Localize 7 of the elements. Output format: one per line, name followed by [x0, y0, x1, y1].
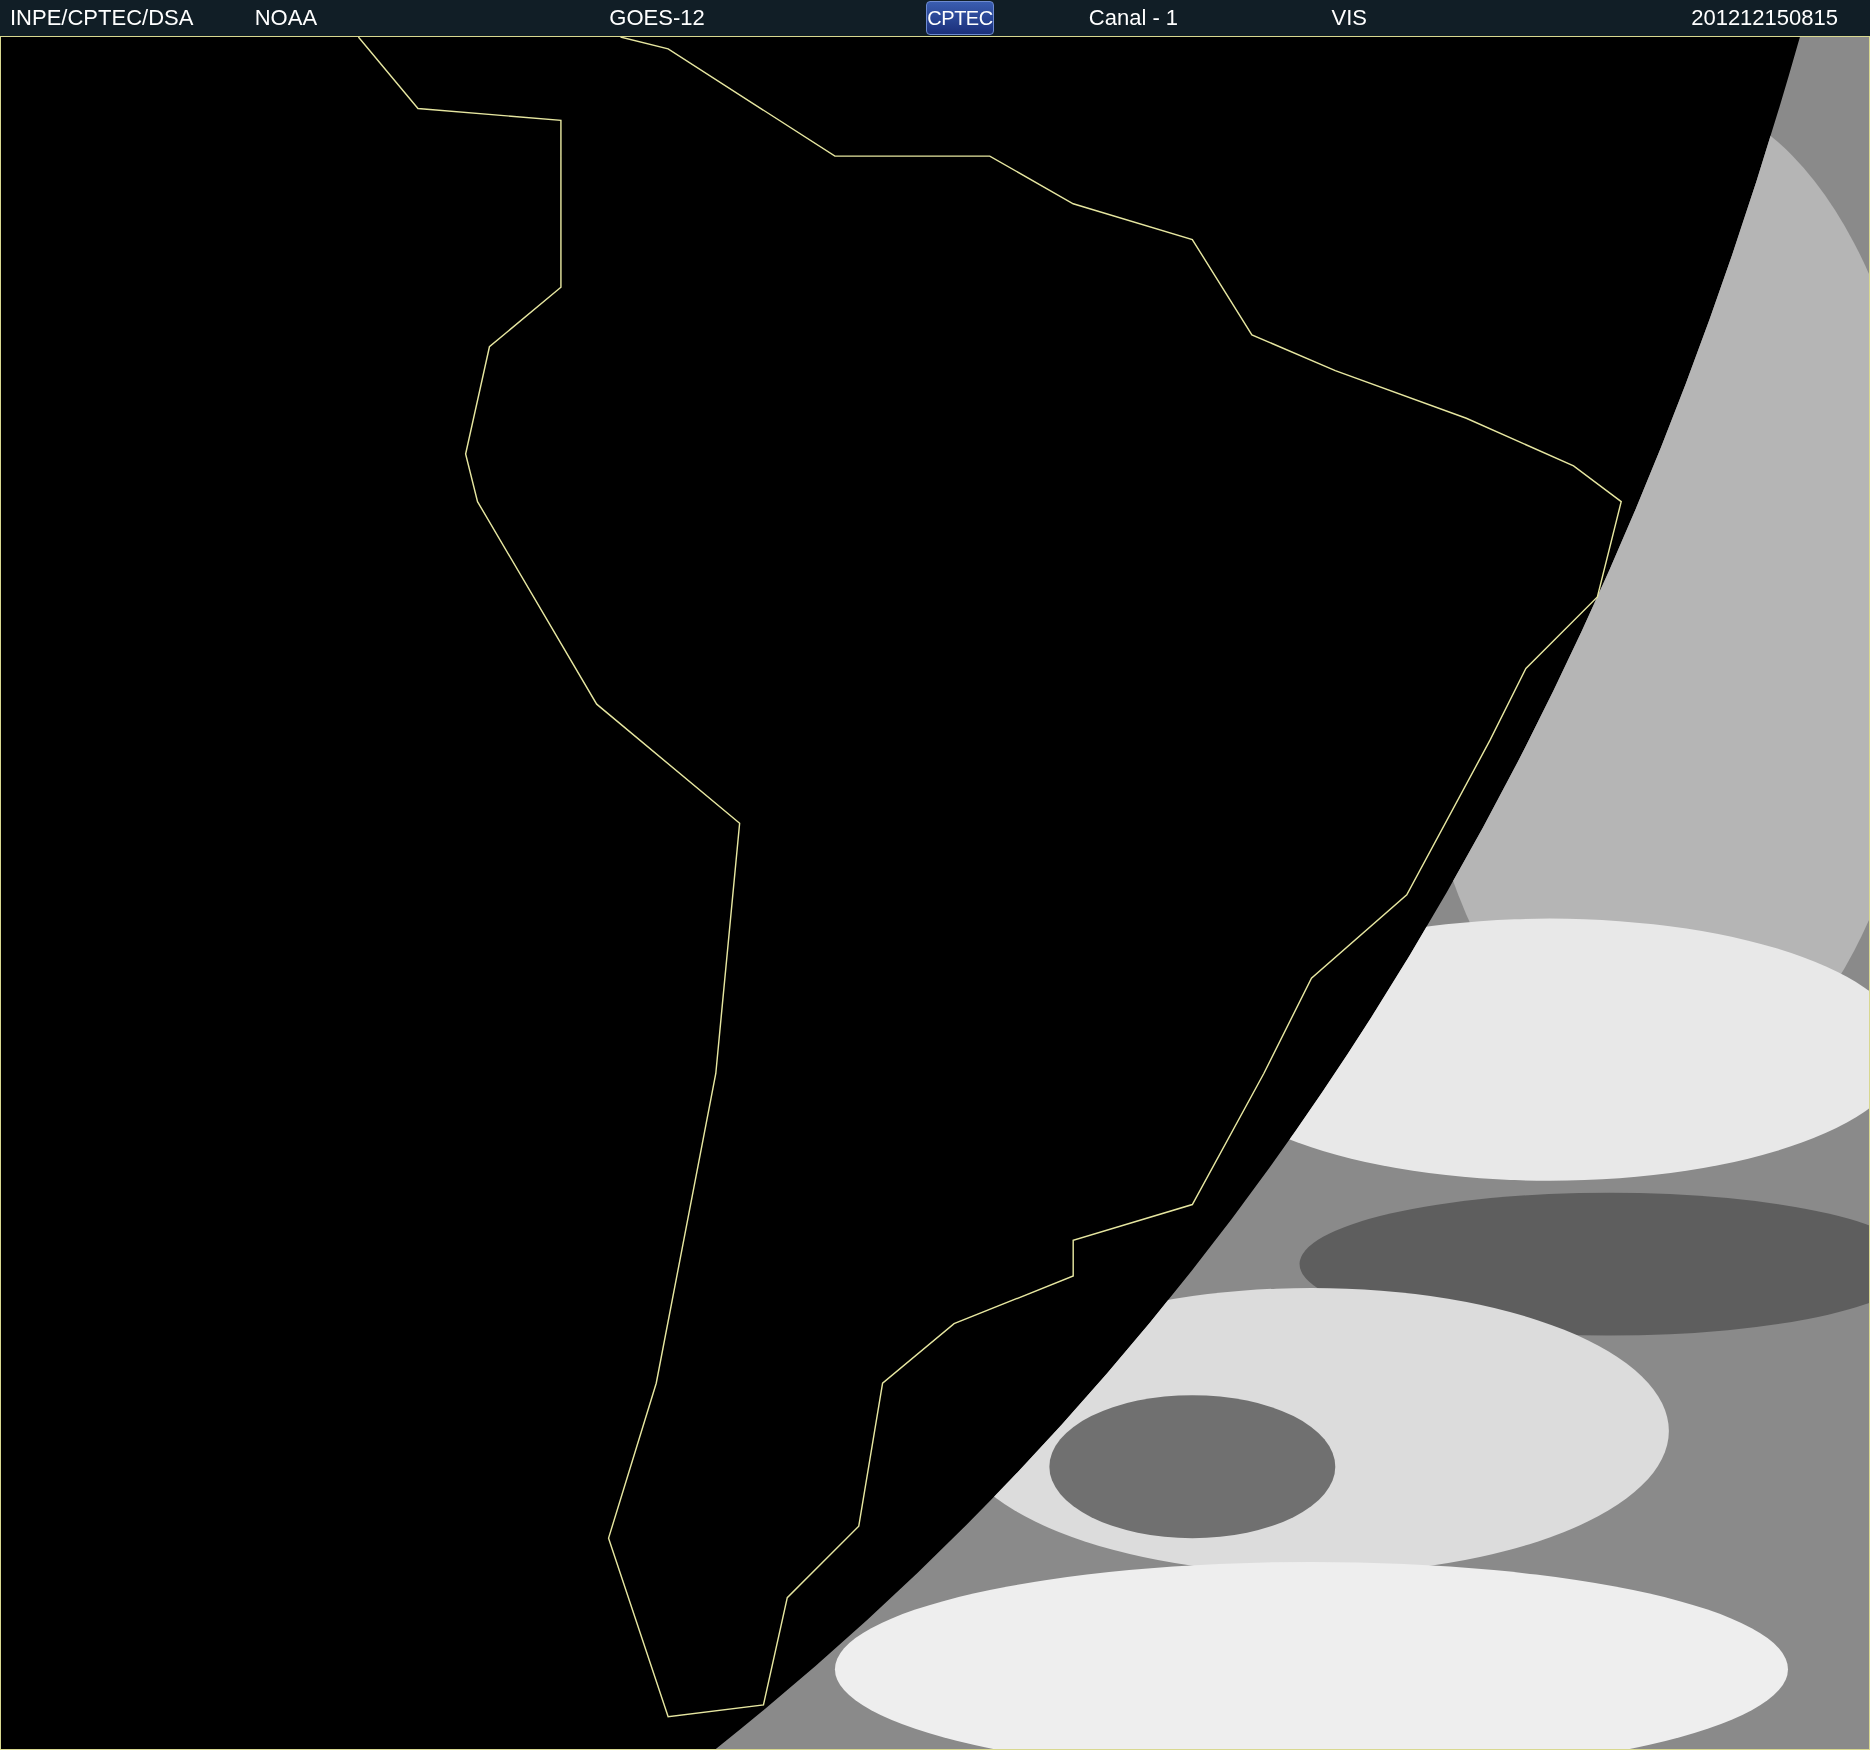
- header-label: 201212150815: [1691, 7, 1838, 29]
- header-label: Canal - 1: [1088, 7, 1179, 29]
- header-label: GOES-12: [609, 7, 705, 29]
- header-label: NOAA: [254, 7, 318, 29]
- header-label: VIS: [1331, 7, 1368, 29]
- logo: CPTEC: [926, 1, 994, 35]
- header-label: INPE/CPTEC/DSA: [10, 7, 194, 29]
